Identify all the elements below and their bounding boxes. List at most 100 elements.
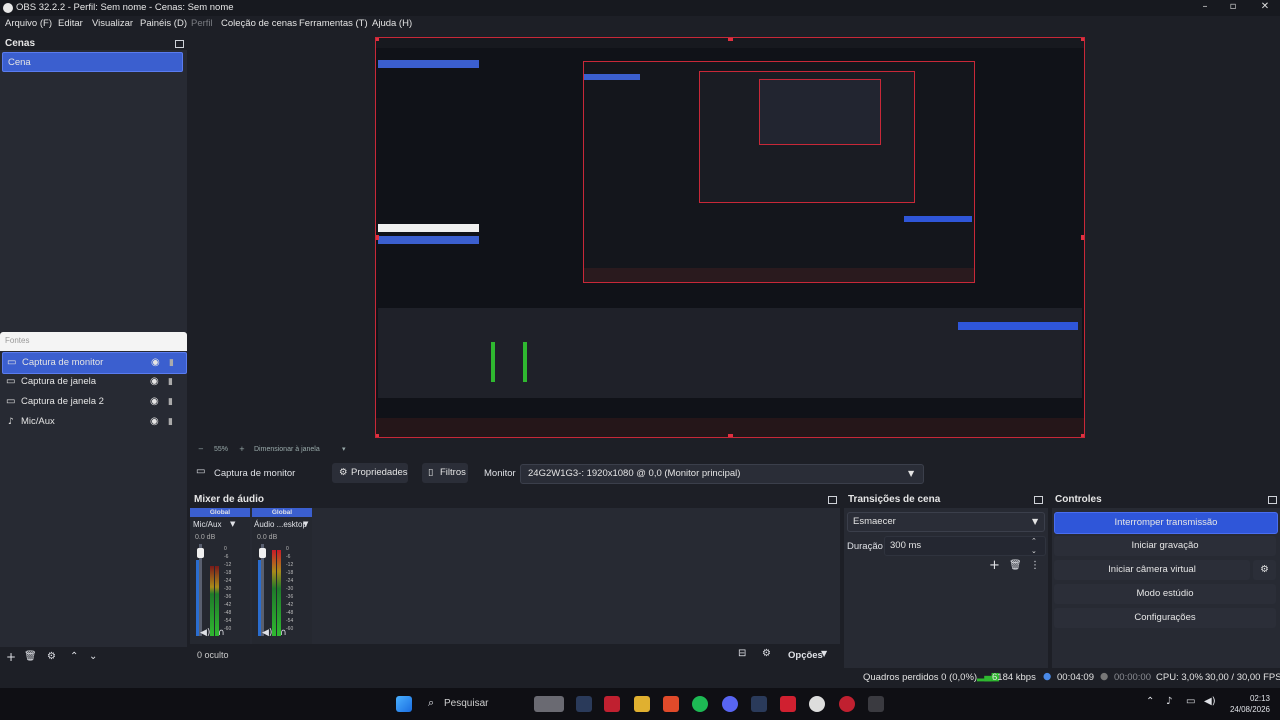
float-dock-icon[interactable] <box>175 40 184 48</box>
visibility-eye-icon[interactable]: ◉ <box>150 392 159 412</box>
search-icon[interactable]: ⌕ <box>428 696 434 710</box>
resize-handle[interactable] <box>1081 434 1084 437</box>
menu-colecao-cenas[interactable]: Coleção de cenas <box>221 16 297 32</box>
file-explorer-icon[interactable] <box>634 696 650 712</box>
source-label: Captura de monitor <box>22 357 104 368</box>
menu-ajuda[interactable]: Ajuda (H) <box>372 16 412 32</box>
lock-icon[interactable]: ▮ <box>168 412 173 432</box>
studio-mode-button[interactable]: Modo estúdio <box>1054 584 1276 604</box>
menu-editar[interactable]: Editar <box>58 16 83 32</box>
menu-ferramentas[interactable]: Ferramentas (T) <box>299 16 368 32</box>
taskbar-search[interactable]: Pesquisar <box>444 698 488 709</box>
resize-handle[interactable] <box>728 38 733 41</box>
add-source-icon[interactable]: + <box>6 650 16 664</box>
float-dock-icon[interactable] <box>828 496 837 504</box>
monitor-select[interactable]: 24G2W1G3-: 1920x1080 @ 0,0 (Monitor prin… <box>520 464 924 484</box>
discord-icon[interactable] <box>722 696 738 712</box>
preview-canvas[interactable] <box>375 37 1085 438</box>
microphone-icon[interactable]: ♪ <box>1166 696 1172 707</box>
chevron-down-icon[interactable]: ▼ <box>230 520 235 528</box>
clock-date[interactable]: 24/08/2026 <box>1216 705 1270 714</box>
volume-icon[interactable]: ◀) <box>1204 696 1216 707</box>
visibility-eye-icon[interactable]: ◉ <box>151 353 160 373</box>
settings-button[interactable]: Configurações <box>1054 608 1276 628</box>
close-icon[interactable]: ✕ <box>1250 0 1280 16</box>
nested-scene-selected <box>584 74 640 80</box>
lock-icon[interactable]: ▮ <box>168 392 173 412</box>
brave-browser-icon[interactable] <box>663 696 679 712</box>
minimize-icon[interactable]: – <box>1190 0 1220 16</box>
resize-handle[interactable] <box>376 235 379 240</box>
speaker-icon[interactable]: ◀) <box>262 628 272 638</box>
windows-start-icon[interactable] <box>396 696 412 712</box>
start-virtual-camera-button[interactable]: Iniciar câmera virtual <box>1054 560 1250 580</box>
maximize-icon[interactable]: ▫ <box>1218 0 1248 16</box>
steam-icon[interactable] <box>751 696 767 712</box>
sources-list: ▭ Captura de monitor ◉ ▮ ▭ Captura de ja… <box>0 351 187 647</box>
menu-paineis[interactable]: Painéis (D) <box>140 16 187 32</box>
zoom-out-icon[interactable]: − <box>198 445 204 453</box>
resize-handle[interactable] <box>376 434 379 437</box>
chevron-down-icon[interactable]: ▼ <box>303 520 308 528</box>
speaker-icon[interactable]: ◀) <box>200 628 210 638</box>
resize-handle[interactable] <box>1081 38 1084 41</box>
zoom-in-icon[interactable]: + <box>239 445 245 453</box>
virtual-camera-settings-icon[interactable]: ⚙ <box>1253 560 1276 580</box>
visibility-eye-icon[interactable]: ◉ <box>150 372 159 392</box>
more-options-icon[interactable]: ⋮ <box>1030 560 1040 571</box>
clock-time[interactable]: 02:13 <box>1226 694 1270 703</box>
visibility-eye-icon[interactable]: ◉ <box>150 412 159 432</box>
app-icon[interactable] <box>604 696 620 712</box>
trash-icon[interactable]: 🗑 <box>24 651 37 662</box>
chevron-down-icon[interactable]: ▼ <box>821 649 827 658</box>
chevron-down-icon[interactable]: ▾ <box>342 445 346 453</box>
float-dock-icon[interactable] <box>1034 496 1043 504</box>
properties-button[interactable]: ⚙ Propriedades <box>332 463 408 483</box>
float-dock-icon[interactable] <box>1268 496 1277 504</box>
source-item-captura-janela-2[interactable]: ▭ Captura de janela 2 ◉ ▮ <box>2 392 185 412</box>
widgets-icon[interactable] <box>534 696 564 712</box>
scene-item[interactable]: Cena <box>2 52 183 72</box>
chevron-down-icon[interactable]: ⌄ <box>1031 542 1037 560</box>
monitor-select-value: 24G2W1G3-: 1920x1080 @ 0,0 (Monitor prin… <box>528 468 741 479</box>
app-icon[interactable] <box>868 696 884 712</box>
volume-slider-handle[interactable] <box>197 548 204 558</box>
layout-toggle-icon[interactable]: ⊟ <box>738 648 746 659</box>
source-item-mic-aux[interactable]: ♪ Mic/Aux ◉ ▮ <box>2 412 185 432</box>
gear-icon[interactable]: ⚙ <box>47 651 56 662</box>
transition-select[interactable]: Esmaecer ▼ <box>847 512 1045 532</box>
mixer-options-button[interactable]: Opções <box>788 650 823 661</box>
move-down-icon[interactable]: ⌄ <box>89 651 97 662</box>
volume-slider-handle[interactable] <box>259 548 266 558</box>
add-transition-icon[interactable]: + <box>989 558 1000 573</box>
source-item-captura-janela[interactable]: ▭ Captura de janela ◉ ▮ <box>2 372 185 392</box>
window-icon: ▭ <box>6 376 16 387</box>
network-icon[interactable]: ▭ <box>1186 696 1195 707</box>
spotify-icon[interactable] <box>692 696 708 712</box>
app-icon[interactable] <box>839 696 855 712</box>
trash-icon[interactable]: 🗑 <box>1009 560 1022 571</box>
tray-overflow-icon[interactable]: ⌃ <box>1146 696 1154 707</box>
start-recording-button[interactable]: Iniciar gravação <box>1054 536 1276 556</box>
resize-handle[interactable] <box>728 434 733 437</box>
nested-preview-4 <box>759 79 881 145</box>
lock-icon[interactable]: ▮ <box>168 372 173 392</box>
duration-input[interactable]: 300 ms ⌃ ⌄ <box>884 536 1046 556</box>
filters-button[interactable]: ▯ Filtros <box>422 463 468 483</box>
resize-handle[interactable] <box>376 38 379 41</box>
source-item-captura-monitor[interactable]: ▭ Captura de monitor ◉ ▮ <box>2 352 187 374</box>
stop-streaming-button[interactable]: Interromper transmissão <box>1054 512 1278 534</box>
advanced-audio-icon[interactable]: ⚙ <box>762 648 771 659</box>
steam-icon[interactable] <box>576 696 592 712</box>
resize-handle[interactable] <box>1081 235 1084 240</box>
lock-icon[interactable]: ▮ <box>169 353 174 373</box>
scale-to-window[interactable]: Dimensionar à janela <box>254 446 320 453</box>
headphones-icon[interactable]: ∩ <box>218 628 225 638</box>
obs-taskbar-icon[interactable] <box>809 696 825 712</box>
menu-perfil[interactable]: Perfil <box>191 16 213 32</box>
menu-visualizar[interactable]: Visualizar <box>92 16 133 32</box>
game-icon[interactable] <box>780 696 796 712</box>
menu-arquivo[interactable]: Arquivo (F) <box>5 16 52 32</box>
move-up-icon[interactable]: ⌃ <box>70 651 78 662</box>
headphones-icon[interactable]: ∩ <box>280 628 287 638</box>
